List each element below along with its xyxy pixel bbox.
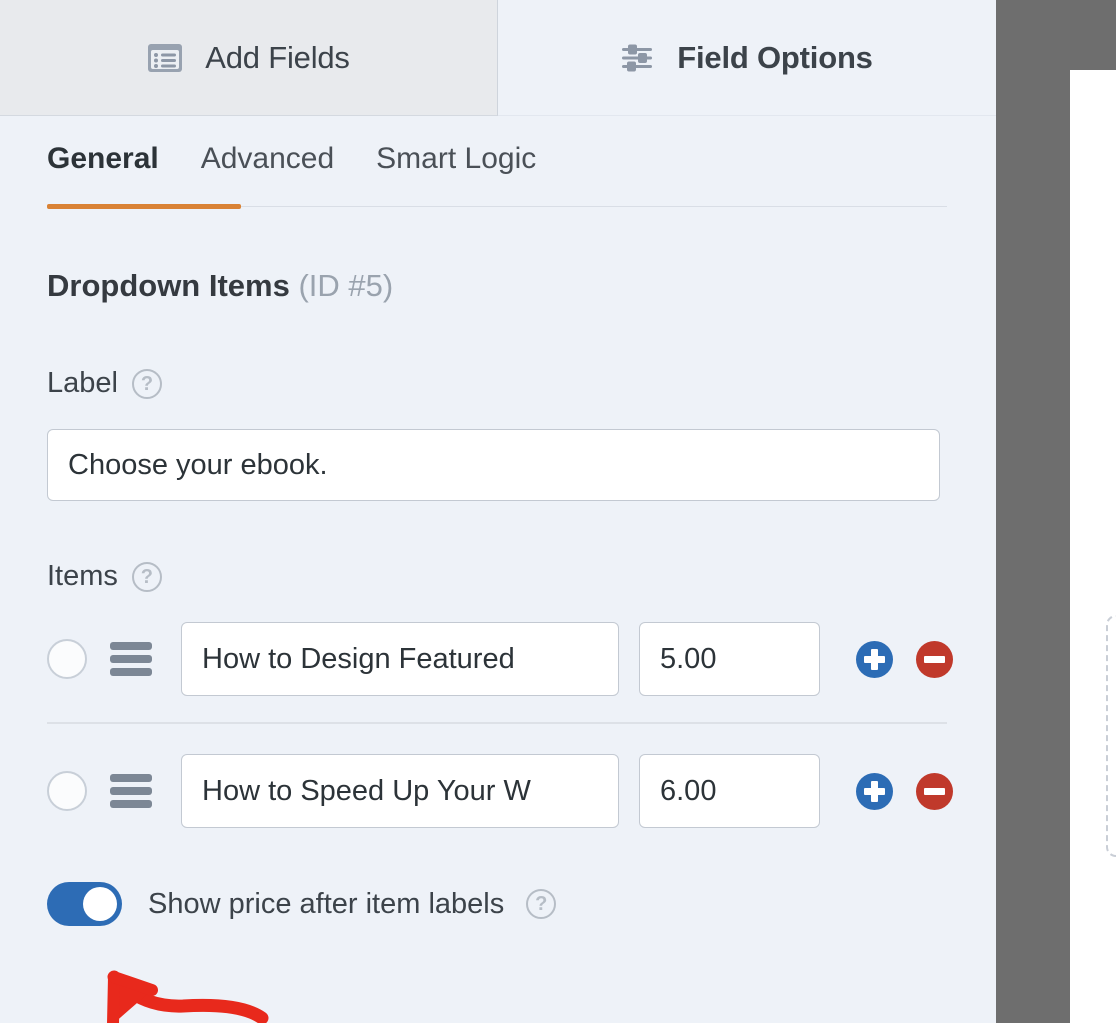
remove-item-button[interactable] <box>916 640 953 678</box>
label-input[interactable] <box>47 429 940 501</box>
tab-field-options-label: Field Options <box>677 39 873 75</box>
toggle-knob <box>83 887 117 921</box>
subtab-advanced[interactable]: Advanced <box>201 142 356 176</box>
label-field-header: Label ? <box>47 367 162 400</box>
items-field-header: Items ? <box>47 560 162 593</box>
section-id-text: (ID #5) <box>298 268 394 303</box>
show-price-toggle[interactable] <box>47 882 122 926</box>
show-price-toggle-row: Show price after item labels ? <box>47 882 557 926</box>
item-price-input[interactable] <box>639 754 820 828</box>
screen: Add Fields Field Options General Advance… <box>0 0 1116 1023</box>
items-field-caption: Items <box>47 560 118 592</box>
item-default-radio[interactable] <box>47 771 87 811</box>
subtab-list: General Advanced Smart Logic <box>47 142 558 176</box>
remove-item-button[interactable] <box>916 772 953 810</box>
builder-tabbar: Add Fields Field Options <box>0 0 996 116</box>
preview-field-placeholder <box>1106 615 1116 857</box>
sliders-icon <box>621 43 655 73</box>
subtab-active-underline <box>47 204 241 209</box>
field-options-subtabs: General Advanced Smart Logic <box>0 116 996 220</box>
drag-handle-icon[interactable] <box>110 774 152 808</box>
label-field-caption: Label <box>47 367 118 399</box>
help-icon[interactable]: ? <box>131 368 162 399</box>
show-price-toggle-label: Show price after item labels <box>148 887 505 920</box>
form-builder-panel: Add Fields Field Options General Advance… <box>0 0 996 1023</box>
item-price-input[interactable] <box>639 622 820 696</box>
items-divider <box>47 722 947 724</box>
subtab-smart-logic[interactable]: Smart Logic <box>376 142 558 176</box>
item-label-input[interactable] <box>181 754 619 828</box>
page-title: Dropdown Items (ID #5) <box>47 268 393 304</box>
add-item-button[interactable] <box>856 772 893 810</box>
form-list-icon <box>147 43 183 73</box>
drag-handle-icon[interactable] <box>110 642 152 676</box>
help-icon[interactable]: ? <box>526 889 557 919</box>
form-preview-panel <box>1070 70 1116 1023</box>
table-row <box>47 622 953 696</box>
item-label-input[interactable] <box>181 622 619 696</box>
add-item-button[interactable] <box>856 640 893 678</box>
section-title-text: Dropdown Items <box>47 268 290 303</box>
table-row <box>47 754 953 828</box>
help-icon[interactable]: ? <box>131 561 162 592</box>
item-default-radio[interactable] <box>47 639 87 679</box>
tab-add-fields-label: Add Fields <box>205 39 350 75</box>
tab-field-options[interactable]: Field Options <box>498 0 996 116</box>
tab-add-fields[interactable]: Add Fields <box>0 0 498 116</box>
subtab-general[interactable]: General <box>47 142 181 176</box>
